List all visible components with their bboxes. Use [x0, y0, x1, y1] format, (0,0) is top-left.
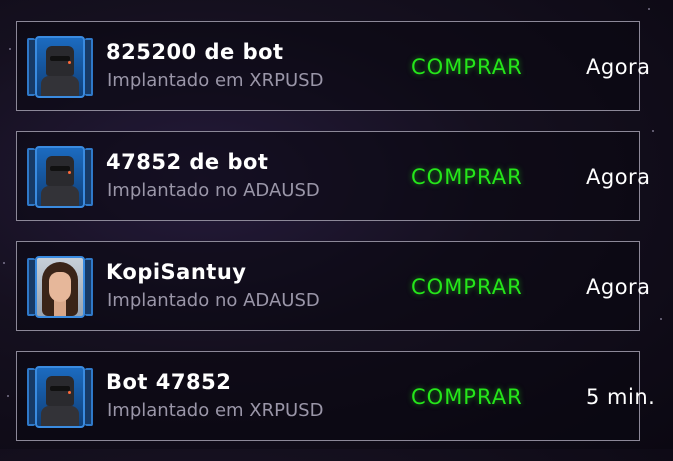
trade-action-label: COMPRAR [411, 55, 523, 79]
star [652, 130, 654, 132]
deployment-info: Implantado no ADAUSD [107, 290, 320, 311]
trade-action-label: COMPRAR [411, 165, 523, 189]
feed-item[interactable]: 47852 de bot Implantado no ADAUSD COMPRA… [16, 131, 650, 221]
timestamp: Agora [586, 275, 651, 299]
user-name: KopiSantuy [106, 260, 247, 284]
trade-action-label: COMPRAR [411, 385, 523, 409]
feed-item[interactable]: Bot 47852 Implantado em XRPUSD COMPRAR 5… [16, 351, 655, 441]
bot-name: Bot 47852 [106, 370, 232, 394]
feed-item[interactable]: 825200 de bot Implantado em XRPUSD COMPR… [16, 21, 650, 111]
timestamp: Agora [586, 165, 651, 189]
bot-name: 825200 de bot [106, 40, 284, 64]
trade-action-label: COMPRAR [411, 275, 523, 299]
star [3, 262, 5, 264]
user-avatar-icon [27, 254, 93, 320]
timestamp: Agora [586, 55, 651, 79]
bot-name: 47852 de bot [106, 150, 269, 174]
timestamp: 5 min. [586, 385, 656, 409]
robot-avatar-icon [27, 144, 93, 210]
trade-activity-feed: 825200 de bot Implantado em XRPUSD COMPR… [16, 21, 655, 461]
deployment-info: Implantado em XRPUSD [107, 400, 324, 421]
robot-avatar-icon [27, 364, 93, 430]
robot-avatar-icon [27, 34, 93, 100]
star [7, 395, 9, 397]
star [9, 48, 11, 50]
deployment-info: Implantado no ADAUSD [107, 180, 320, 201]
feed-item[interactable]: KopiSantuy Implantado no ADAUSD COMPRAR … [16, 241, 650, 331]
star [648, 8, 650, 10]
deployment-info: Implantado em XRPUSD [107, 70, 324, 91]
star [660, 318, 662, 320]
